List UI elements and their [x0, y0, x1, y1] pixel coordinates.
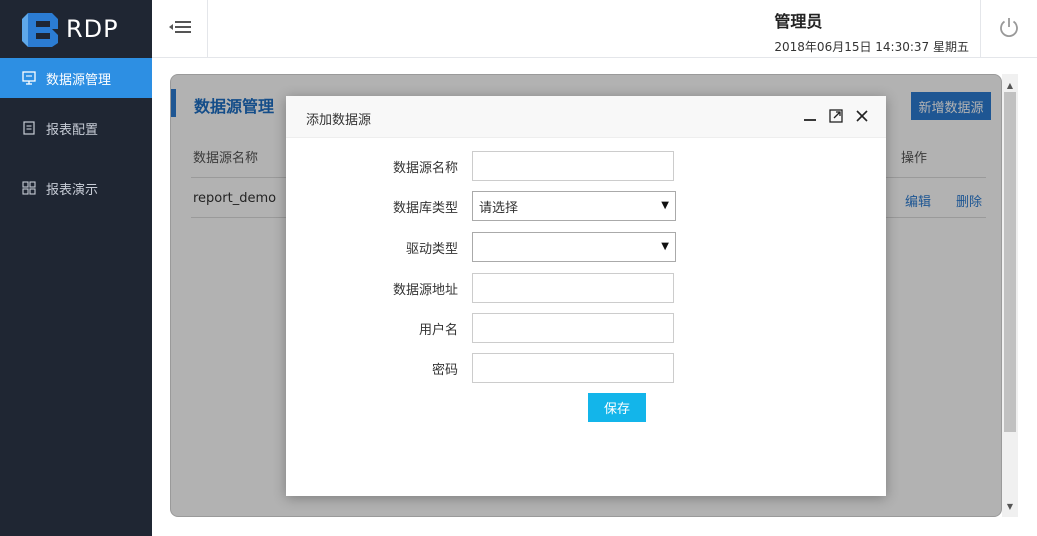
- power-icon: [998, 16, 1020, 42]
- sidebar-item-label: 报表演示: [46, 182, 99, 198]
- grid-icon: [22, 181, 36, 195]
- header: 管理员 2018年06月15日 14:30:37 星期五: [152, 0, 1037, 58]
- form-row-username: 用户名: [286, 313, 886, 343]
- form-row-address: 数据源地址: [286, 273, 886, 303]
- add-datasource-dialog: 添加数据源 数据源名称 数据库类型 请选择 ▼ 驱动类型 ▼ 数据源地址 用户名…: [286, 96, 886, 496]
- field-label: 数据源名称: [392, 161, 458, 176]
- close-icon[interactable]: [854, 108, 870, 124]
- datasource-name-input[interactable]: [472, 151, 674, 181]
- user-info: 管理员 2018年06月15日 14:30:37 星期五: [774, 8, 969, 55]
- database-type-select[interactable]: 请选择 ▼: [472, 191, 676, 221]
- form-row-name: 数据源名称: [286, 151, 886, 181]
- password-input[interactable]: [472, 353, 674, 383]
- logo-icon: [22, 11, 60, 47]
- sidebar-item-report-demo[interactable]: 报表演示: [0, 158, 152, 218]
- driver-type-select[interactable]: ▼: [472, 232, 676, 262]
- logo: RDP: [0, 0, 152, 58]
- dialog-title: 添加数据源: [306, 113, 372, 128]
- document-icon: [22, 121, 36, 135]
- logout-button[interactable]: [980, 0, 1037, 58]
- form-row-driver: 驱动类型 ▼: [286, 232, 886, 262]
- field-label: 密码: [431, 363, 458, 378]
- field-label: 用户名: [418, 323, 458, 338]
- scroll-thumb[interactable]: [1004, 92, 1016, 432]
- menu-collapse-icon: [168, 18, 192, 40]
- sidebar: RDP 数据源管理 报表配置 报表演示: [0, 0, 152, 536]
- datetime: 2018年06月15日 14:30:37 星期五: [774, 40, 969, 54]
- vertical-scrollbar[interactable]: ▲ ▼: [1002, 74, 1018, 517]
- dialog-tools: [802, 108, 870, 124]
- save-button[interactable]: 保存: [588, 393, 646, 422]
- dropdown-arrow-icon: ▼: [661, 241, 669, 252]
- minimize-icon[interactable]: [802, 108, 818, 124]
- maximize-icon[interactable]: [828, 108, 844, 124]
- sidebar-item-report-config[interactable]: 报表配置: [0, 98, 152, 158]
- select-value: 请选择: [479, 200, 519, 216]
- username-input[interactable]: [472, 313, 674, 343]
- menu-toggle-button[interactable]: [152, 0, 208, 58]
- sidebar-item-label: 数据源管理: [46, 72, 112, 88]
- dropdown-arrow-icon: ▼: [661, 200, 669, 211]
- datasource-address-input[interactable]: [472, 273, 674, 303]
- field-label: 数据源地址: [392, 283, 458, 298]
- scroll-up-arrow-icon[interactable]: ▲: [1002, 78, 1018, 92]
- sidebar-item-label: 报表配置: [46, 122, 99, 138]
- logo-text: RDP: [66, 15, 119, 43]
- dialog-header: 添加数据源: [286, 96, 886, 138]
- monitor-icon: [22, 71, 36, 85]
- scroll-down-arrow-icon[interactable]: ▼: [1002, 499, 1018, 513]
- sidebar-item-datasource[interactable]: 数据源管理: [0, 58, 152, 98]
- field-label: 数据库类型: [392, 201, 458, 216]
- form-row-dbtype: 数据库类型 请选择 ▼: [286, 191, 886, 221]
- form-row-password: 密码: [286, 353, 886, 383]
- user-name: 管理员: [774, 12, 823, 31]
- field-label: 驱动类型: [405, 242, 458, 257]
